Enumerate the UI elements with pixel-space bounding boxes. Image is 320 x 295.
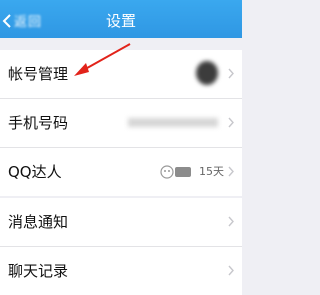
annotation-arrow-icon — [74, 43, 131, 76]
